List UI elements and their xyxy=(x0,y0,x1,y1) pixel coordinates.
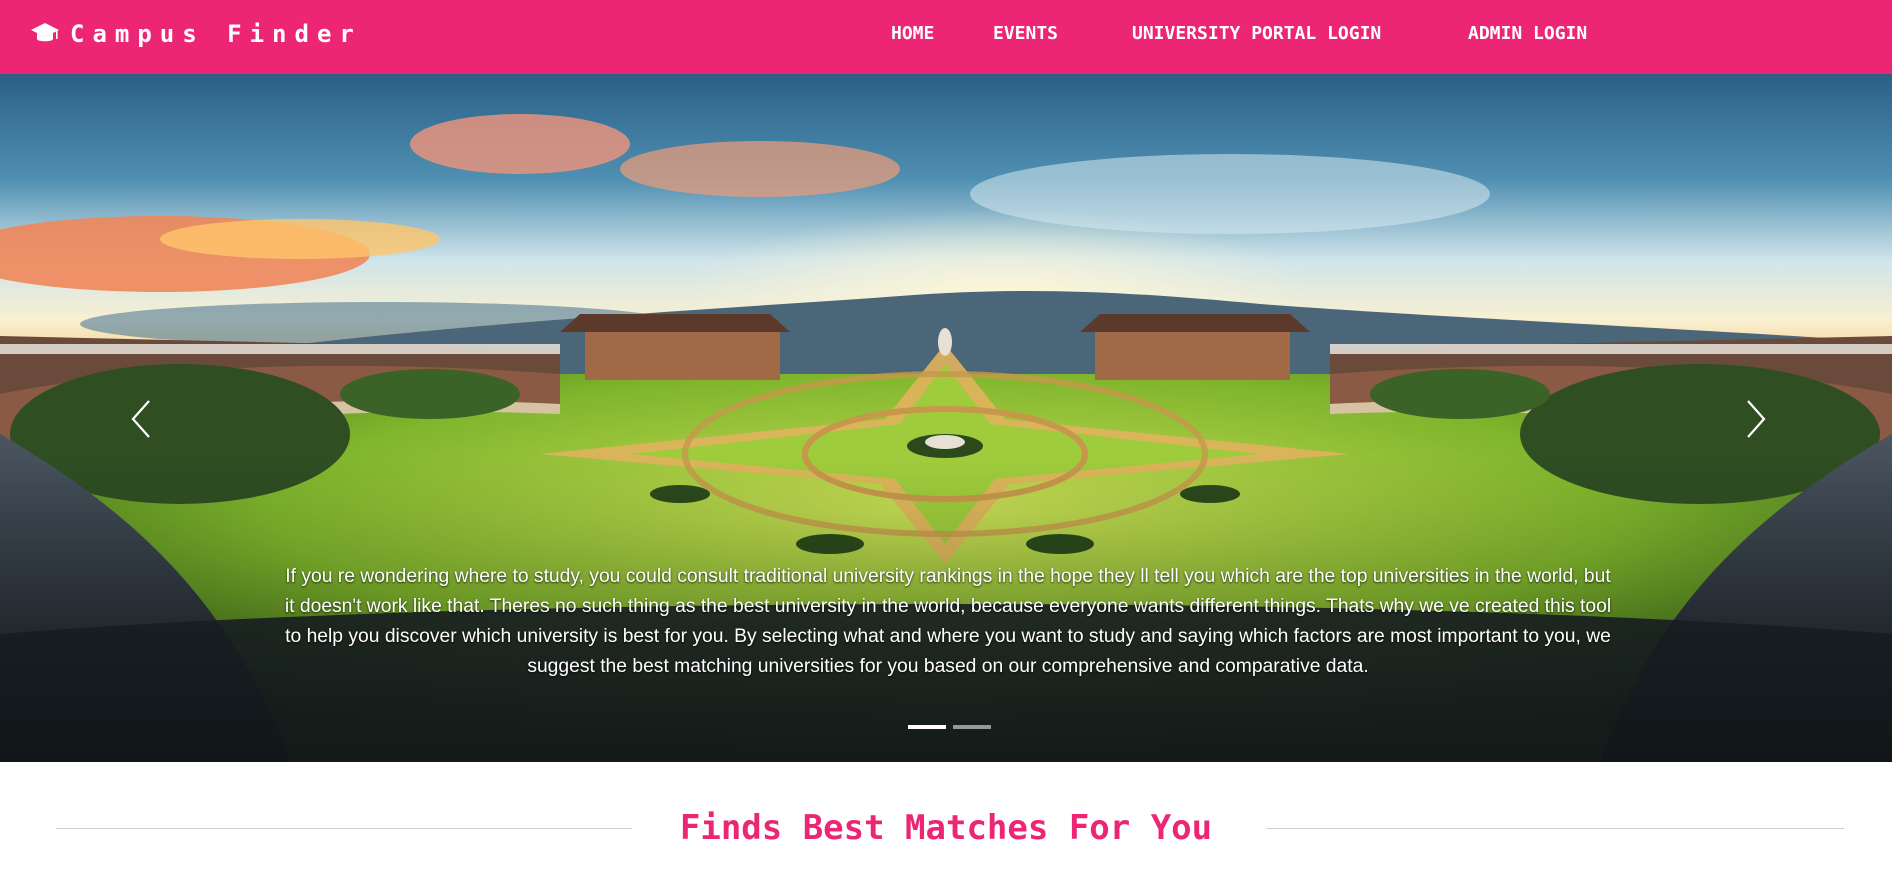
hero-carousel: If you re wondering where to study, you … xyxy=(0,74,1892,762)
carousel-indicator-2[interactable] xyxy=(953,725,991,729)
top-navbar: Campus Finder HOME EVENTS UNIVERSITY POR… xyxy=(0,0,1892,74)
carousel-caption: If you re wondering where to study, you … xyxy=(284,566,1612,677)
brand-name: Campus Finder xyxy=(70,20,362,48)
carousel-indicators xyxy=(908,725,991,729)
nav-events-link[interactable]: EVENTS xyxy=(993,0,1058,68)
carousel-next-button[interactable] xyxy=(1731,374,1781,464)
brand-logo-link[interactable]: Campus Finder xyxy=(30,0,362,68)
nav-university-portal-login-link[interactable]: UNIVERSITY PORTAL LOGIN xyxy=(1132,0,1381,68)
nav-home-link[interactable]: HOME xyxy=(891,0,934,68)
carousel-prev-button[interactable] xyxy=(116,374,166,464)
chevron-right-icon xyxy=(1747,400,1766,438)
heading-divider-right xyxy=(1266,828,1844,829)
nav-admin-login-link[interactable]: ADMIN LOGIN xyxy=(1468,0,1587,68)
carousel-indicator-1[interactable] xyxy=(908,725,946,729)
matches-section-heading: Finds Best Matches For You xyxy=(0,762,1892,886)
graduation-cap-icon xyxy=(31,23,59,42)
chevron-left-icon xyxy=(131,400,150,438)
